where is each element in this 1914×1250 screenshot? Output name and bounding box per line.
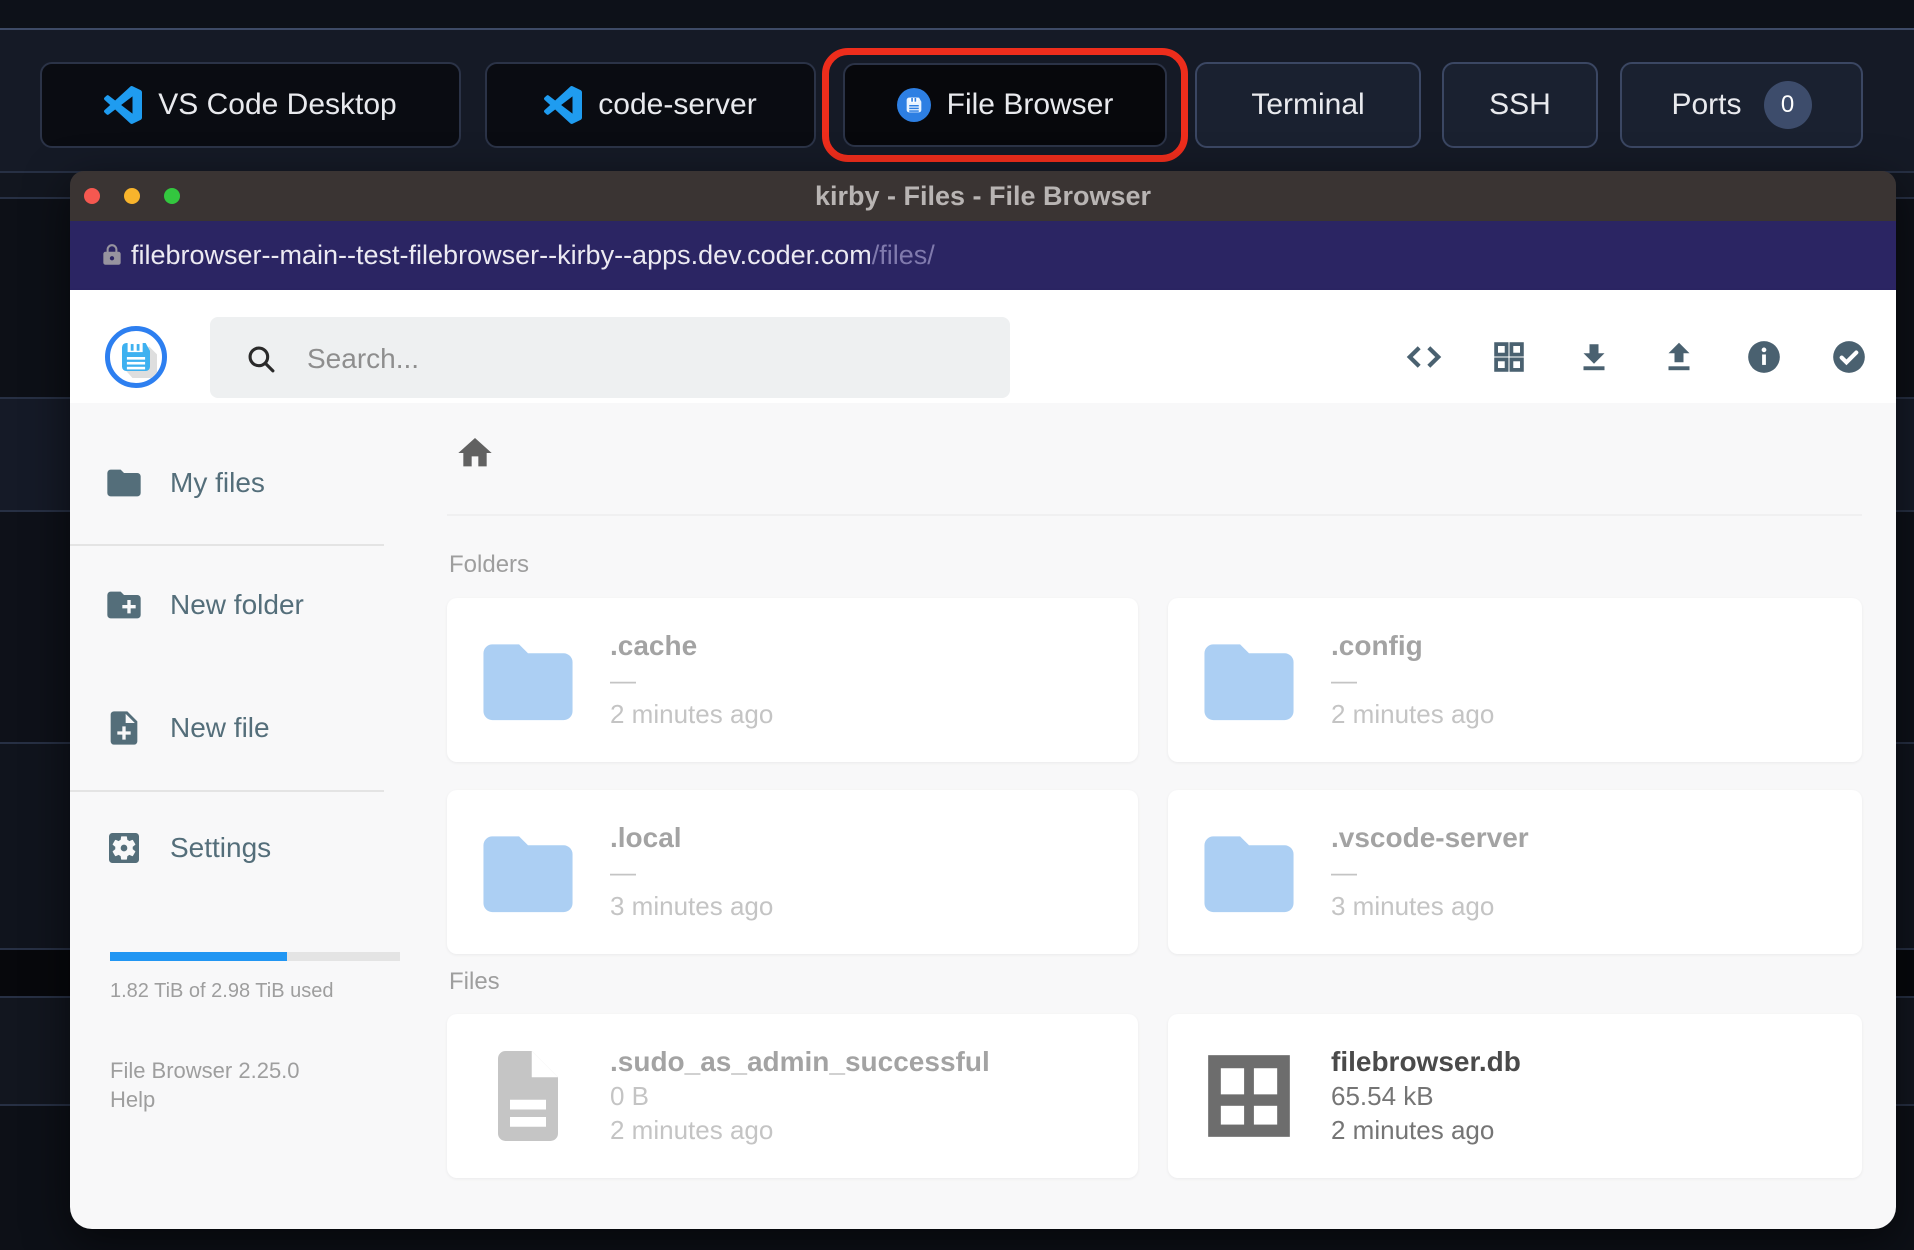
home-icon	[458, 438, 492, 467]
item-name: .vscode-server	[1331, 822, 1529, 853]
tab-label: File Browser	[946, 88, 1114, 121]
folder-card-local[interactable]: .local — 3 minutes ago	[447, 790, 1138, 954]
tab-terminal[interactable]: Terminal	[1195, 62, 1421, 148]
vscode-icon	[104, 86, 143, 124]
window-title: kirby - Files - File Browser	[814, 181, 1152, 211]
sidebar-item-label: Settings	[170, 832, 272, 863]
item-modified: 2 minutes ago	[610, 699, 774, 729]
tab-code-server[interactable]: code-server	[485, 62, 816, 148]
address-bar[interactable]: filebrowser--main--test-filebrowser--kir…	[70, 221, 1896, 290]
folder-icon	[107, 469, 141, 497]
window-titlebar: kirby - Files - File Browser	[70, 171, 1896, 221]
topbar-upper-strip	[0, 0, 1914, 30]
item-modified: 2 minutes ago	[1331, 699, 1495, 729]
folder-card-cache[interactable]: .cache — 2 minutes ago	[447, 598, 1138, 762]
help-link[interactable]: Help	[110, 1087, 155, 1113]
section-label-files: Files	[449, 968, 500, 995]
folder-card-config[interactable]: .config — 2 minutes ago	[1168, 598, 1862, 762]
storage-usage-text: 1.82 TiB of 2.98 TiB used	[110, 980, 334, 1002]
tab-ports[interactable]: Ports 0	[1620, 62, 1863, 148]
sidebar-item-label: New file	[170, 712, 270, 743]
item-modified: 3 minutes ago	[1331, 891, 1495, 921]
storage-usage-bar	[110, 952, 400, 961]
folder-card-vscode-server[interactable]: .vscode-server — 3 minutes ago	[1168, 790, 1862, 954]
sidebar-item-settings[interactable]: Settings	[70, 818, 403, 878]
filebrowser-header	[70, 290, 1896, 403]
file-listing: Folders .cache — 2 minutes ago .config —…	[447, 403, 1862, 1229]
item-name: .cache	[610, 630, 698, 661]
folder-icon	[1195, 823, 1303, 921]
url-domain: filebrowser--main--test-filebrowser--kir…	[131, 240, 872, 270]
code-icon[interactable]	[1405, 338, 1443, 376]
grid-view-icon[interactable]	[1490, 338, 1528, 376]
sidebar-item-my-files[interactable]: My files	[70, 453, 403, 513]
item-size: —	[610, 665, 636, 695]
item-size: 65.54 kB	[1331, 1081, 1434, 1111]
item-name: filebrowser.db	[1331, 1046, 1521, 1077]
item-name: .config	[1331, 630, 1423, 661]
sidebar-item-label: My files	[170, 467, 265, 498]
sidebar-item-label: New folder	[170, 589, 304, 620]
search-box	[210, 317, 1010, 400]
settings-icon	[109, 833, 139, 863]
file-icon	[474, 1043, 582, 1149]
header-toolbar	[1405, 338, 1868, 376]
item-size: —	[1331, 665, 1357, 695]
ports-count-badge: 0	[1763, 81, 1812, 129]
item-name: .local	[610, 822, 682, 853]
tab-label: VS Code Desktop	[158, 88, 397, 121]
filebrowser-icon	[896, 88, 931, 122]
info-icon[interactable]	[1745, 338, 1783, 376]
tab-vscode-desktop[interactable]: VS Code Desktop	[40, 62, 461, 148]
sidebar-divider	[70, 544, 384, 546]
new-folder-icon	[107, 591, 141, 619]
tab-label: Terminal	[1251, 88, 1365, 121]
upload-icon[interactable]	[1660, 338, 1698, 376]
app-version: File Browser 2.25.0	[110, 1058, 300, 1083]
folder-icon	[474, 631, 582, 729]
vscode-icon	[544, 86, 583, 124]
sidebar: My files New folder New file Settings 1.…	[70, 403, 403, 1229]
breadcrumb-divider	[447, 514, 1862, 516]
breadcrumb-home[interactable]	[455, 433, 495, 473]
section-label-folders: Folders	[449, 551, 530, 578]
workspace-topbar: VS Code Desktop code-server File Browser…	[0, 0, 1914, 171]
sidebar-item-new-file[interactable]: New file	[70, 698, 403, 758]
folder-icon	[1195, 631, 1303, 729]
search-input[interactable]	[305, 317, 989, 400]
item-size: —	[610, 857, 636, 887]
storage-usage-fill	[110, 952, 287, 961]
sidebar-divider	[70, 790, 384, 792]
desktop: VS Code Desktop code-server File Browser…	[0, 0, 1914, 1250]
item-size: —	[1331, 857, 1357, 887]
tab-file-browser[interactable]: File Browser	[843, 63, 1167, 147]
url-path: /files/	[871, 240, 935, 270]
tab-label: Ports	[1671, 88, 1742, 121]
tab-ssh[interactable]: SSH	[1442, 62, 1598, 148]
item-modified: 2 minutes ago	[610, 1115, 774, 1145]
search-icon	[248, 346, 275, 373]
filebrowser-logo[interactable]	[105, 326, 167, 388]
item-modified: 3 minutes ago	[610, 891, 774, 921]
url-text: filebrowser--main--test-filebrowser--kir…	[131, 221, 935, 290]
file-card-sudo-as-admin[interactable]: .sudo_as_admin_successful 0 B 2 minutes …	[447, 1014, 1138, 1178]
download-icon[interactable]	[1575, 338, 1613, 376]
browser-window: kirby - Files - File Browser filebrowser…	[70, 171, 1896, 1229]
folder-icon	[474, 823, 582, 921]
content-area: My files New folder New file Settings 1.…	[70, 403, 1896, 1229]
tab-label: SSH	[1489, 88, 1551, 121]
sidebar-item-new-folder[interactable]: New folder	[70, 575, 403, 635]
item-modified: 2 minutes ago	[1331, 1115, 1495, 1145]
database-file-icon	[1195, 1046, 1303, 1146]
item-size: 0 B	[610, 1081, 650, 1111]
lock-icon	[99, 242, 125, 273]
tab-label: code-server	[598, 88, 757, 121]
item-name: .sudo_as_admin_successful	[610, 1046, 990, 1077]
file-card-filebrowser-db[interactable]: filebrowser.db 65.54 kB 2 minutes ago	[1168, 1014, 1862, 1178]
check-circle-icon[interactable]	[1830, 338, 1868, 376]
new-file-icon	[110, 711, 138, 745]
